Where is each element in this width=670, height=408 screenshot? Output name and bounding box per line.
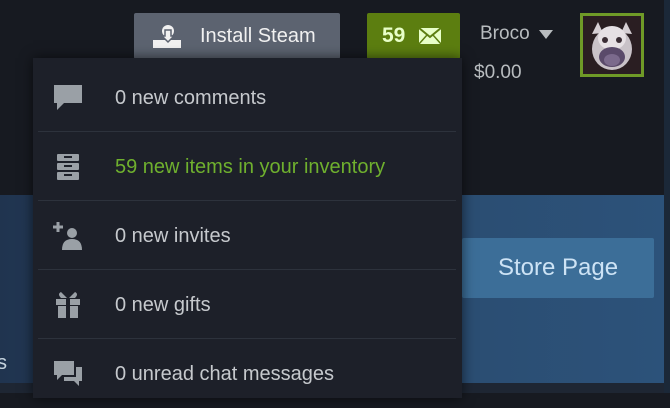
notifications-dropdown: 0 new comments 59 new items in your inve… (33, 58, 462, 398)
inventory-icon (57, 154, 79, 180)
notification-item-invites[interactable]: 0 new invites (38, 202, 456, 270)
download-icon (153, 25, 181, 48)
account-menu[interactable]: Broco (480, 23, 553, 45)
divider (38, 131, 456, 132)
page-edge (664, 0, 670, 393)
notification-item-inventory[interactable]: 59 new items in your inventory (38, 133, 456, 201)
envelope-icon (419, 28, 442, 44)
invite-icon (53, 222, 82, 250)
notification-item-gifts[interactable]: 0 new gifts (38, 271, 456, 339)
chevron-down-icon (538, 29, 553, 39)
notification-item-chat[interactable]: 0 unread chat messages (38, 340, 456, 408)
divider (38, 338, 456, 339)
notification-count: 59 (382, 24, 406, 47)
notification-text: 0 unread chat messages (115, 362, 335, 385)
notification-text: 59 new items in your inventory (115, 155, 386, 178)
chat-icon (54, 361, 82, 386)
install-steam-button[interactable]: Install Steam (134, 13, 340, 59)
avatar[interactable] (580, 13, 644, 77)
divider (38, 200, 456, 201)
page-side-text: s (0, 352, 7, 374)
notification-text: 0 new comments (115, 86, 267, 109)
install-steam-label: Install Steam (200, 24, 316, 47)
notification-item-comments[interactable]: 0 new comments (38, 64, 456, 132)
notifications-button[interactable]: 59 (367, 13, 460, 59)
gift-icon (56, 292, 80, 318)
store-page-button[interactable]: Store Page (462, 238, 654, 298)
avatar-image (583, 16, 641, 74)
wallet-balance[interactable]: $0.00 (474, 62, 522, 84)
username: Broco (480, 23, 530, 44)
notification-text: 0 new gifts (115, 293, 211, 316)
divider (38, 269, 456, 270)
comment-icon (54, 85, 82, 110)
notification-text: 0 new invites (115, 224, 231, 247)
